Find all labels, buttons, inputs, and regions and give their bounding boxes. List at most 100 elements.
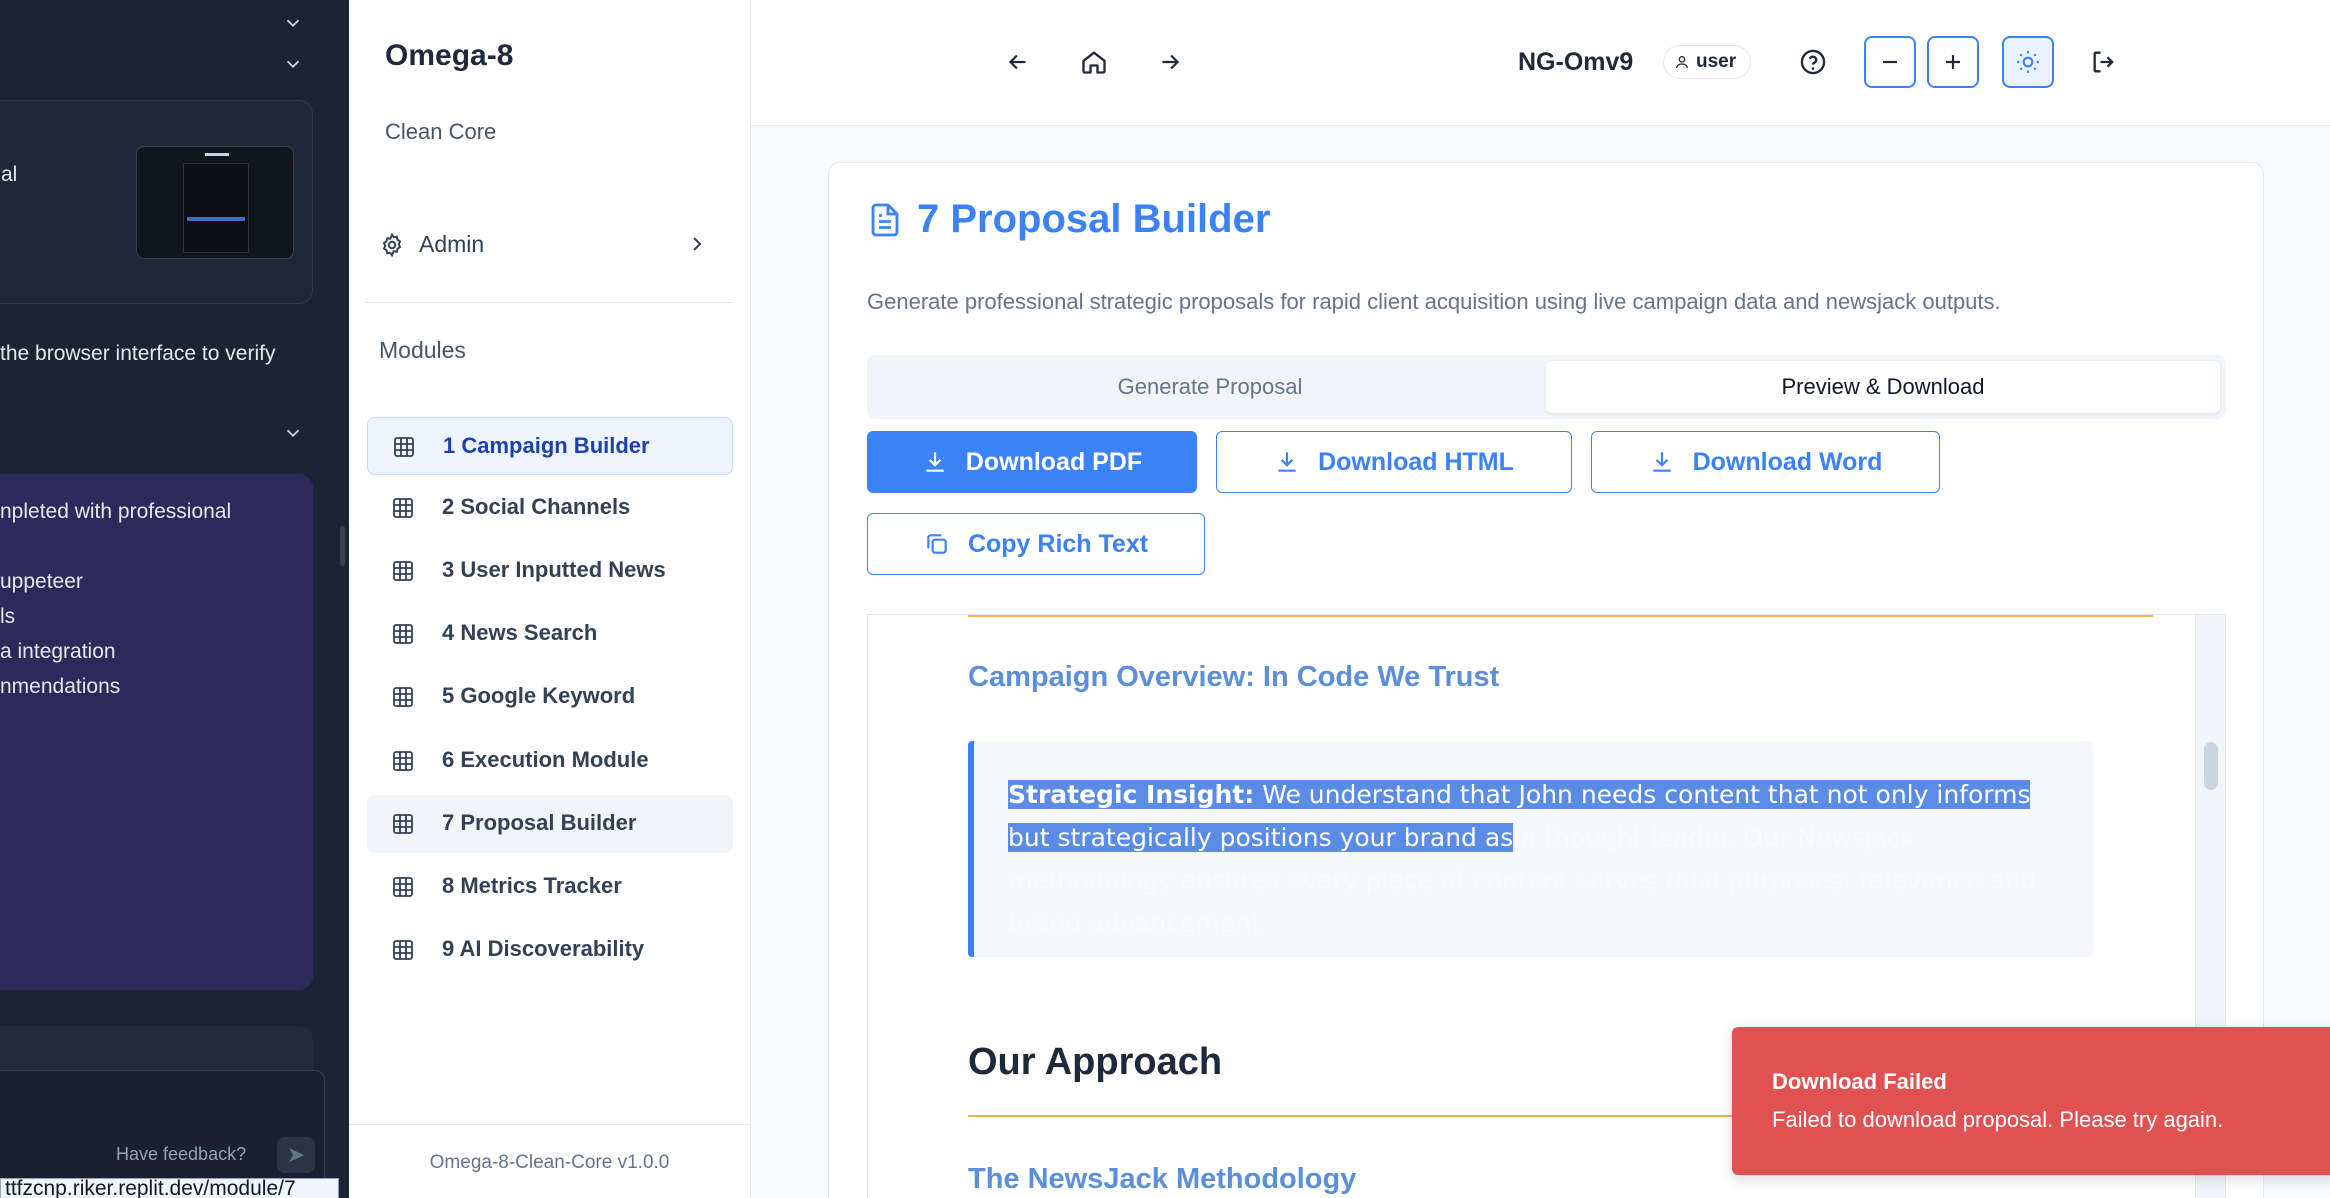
app-title: Omega-8 <box>385 39 514 72</box>
sidebar-item-proposal-builder[interactable]: 7 Proposal Builder <box>367 795 733 853</box>
screenshot-thumbnail[interactable] <box>136 146 294 259</box>
zoom-in-button[interactable] <box>1927 36 1979 88</box>
scrollbar-thumb[interactable] <box>2204 742 2218 790</box>
table-icon <box>393 624 413 644</box>
theme-toggle-button[interactable] <box>2002 36 2054 88</box>
divider <box>349 1124 750 1125</box>
summary-line: ls <box>0 605 16 628</box>
chat-card-text: al <box>1 163 18 186</box>
scrollbar[interactable] <box>340 526 345 566</box>
sidebar-item-campaign-builder[interactable]: 1 Campaign Builder <box>367 417 733 475</box>
summary-line: nmendations <box>0 675 121 698</box>
summary-line: npleted with professional <box>0 500 232 523</box>
tab-preview-download[interactable]: Preview & Download <box>1546 361 2220 413</box>
user-icon <box>1676 56 1688 69</box>
admin-label: Admin <box>419 231 485 257</box>
chat-summary-card: npleted with professional uppeteer ls a … <box>0 474 313 990</box>
download-icon <box>1652 452 1671 472</box>
chat-message-text: the browser interface to verify <box>0 342 276 365</box>
project-name: NG-Omv9 <box>1518 48 1634 76</box>
logout-icon <box>2093 51 2114 73</box>
sidebar-item-news-search[interactable]: 4 News Search <box>367 605 733 663</box>
our-approach-heading: Our Approach <box>968 1041 1223 1083</box>
module-label: 8 Metrics Tracker <box>442 873 622 898</box>
module-label: 1 Campaign Builder <box>443 433 650 458</box>
module-label: 4 News Search <box>442 620 598 645</box>
gear-icon <box>382 232 402 258</box>
tab-list: Generate Proposal Preview & Download <box>867 355 2226 419</box>
back-button[interactable] <box>1000 44 1036 80</box>
sidebar: Omega-8 Clean Core Admin Modules 1 Campa… <box>349 0 751 1198</box>
download-icon <box>926 452 944 472</box>
page-title-row: 7 Proposal Builder <box>867 197 1270 242</box>
home-icon <box>1082 51 1106 74</box>
chevron-down-icon[interactable] <box>282 422 304 444</box>
background-chat-panel: al the browser interface to verify nplet… <box>0 0 349 1198</box>
table-icon <box>393 498 413 518</box>
toast-title: Download Failed <box>1772 1069 1947 1094</box>
download-icon <box>1278 452 1296 472</box>
table-icon <box>393 751 413 771</box>
help-icon <box>1800 49 1826 75</box>
copy-rich-text-label: Copy Rich Text <box>967 529 1149 558</box>
download-html-button[interactable]: Download HTML <box>1216 431 1572 493</box>
user-badge[interactable]: user <box>1663 45 1752 79</box>
table-icon <box>394 437 414 457</box>
plus-icon <box>1946 55 1960 69</box>
table-icon <box>393 814 413 834</box>
user-badge-label: user <box>1696 51 1737 72</box>
chevron-right-icon <box>693 237 702 251</box>
tab-generate-proposal[interactable]: Generate Proposal <box>873 361 1547 413</box>
sidebar-item-google-keyword[interactable]: 5 Google Keyword <box>367 668 733 726</box>
arrow-left-icon <box>1008 54 1026 70</box>
module-label: 6 Execution Module <box>442 747 649 772</box>
sidebar-item-admin[interactable]: Admin <box>371 218 719 272</box>
feedback-label[interactable]: Have feedback? <box>116 1144 246 1165</box>
module-label: 2 Social Channels <box>442 494 631 519</box>
chat-card: al <box>0 100 313 304</box>
error-toast[interactable]: Download Failed Failed to download propo… <box>1732 1027 2330 1175</box>
insight-label: Strategic Insight: <box>1008 780 1255 809</box>
help-button[interactable] <box>1795 44 1831 80</box>
copy-rich-text-button[interactable]: Copy Rich Text <box>867 513 1205 575</box>
home-button[interactable] <box>1076 44 1112 80</box>
table-icon <box>393 877 413 897</box>
divider <box>968 1115 1758 1117</box>
newsjack-methodology-heading: The NewsJack Methodology <box>968 1163 1357 1195</box>
minus-icon <box>1883 60 1897 64</box>
download-word-label: Download Word <box>1692 447 1883 476</box>
module-label: 7 Proposal Builder <box>442 810 637 835</box>
download-pdf-button[interactable]: Download PDF <box>867 431 1197 493</box>
status-url: ttfzcnp.riker.replit.dev/module/7 <box>0 1178 339 1198</box>
divider <box>968 615 2153 617</box>
download-word-button[interactable]: Download Word <box>1591 431 1940 493</box>
module-label: 9 AI Discoverability <box>442 936 645 961</box>
module-label: 3 User Inputted News <box>442 557 666 582</box>
zoom-out-button[interactable] <box>1864 36 1916 88</box>
logout-button[interactable] <box>2086 44 2122 80</box>
page-description: Generate professional strategic proposal… <box>867 289 2001 314</box>
version-label: Omega-8-Clean-Core v1.0.0 <box>429 1152 670 1173</box>
sidebar-item-ai-discoverability[interactable]: 9 AI Discoverability <box>367 921 733 979</box>
sidebar-item-social-channels[interactable]: 2 Social Channels <box>367 479 733 537</box>
sun-icon <box>2017 51 2039 73</box>
campaign-overview-heading: Campaign Overview: In Code We Trust <box>968 661 1500 693</box>
app-subtitle: Clean Core <box>385 119 497 144</box>
sidebar-item-user-inputted-news[interactable]: 3 User Inputted News <box>367 542 733 600</box>
chevron-down-icon[interactable] <box>282 53 304 75</box>
strategic-insight-callout: Strategic Insight: We understand that Jo… <box>968 741 2093 957</box>
toast-message: Failed to download proposal. Please try … <box>1772 1107 2224 1132</box>
sidebar-item-execution-module[interactable]: 6 Execution Module <box>367 732 733 790</box>
top-header: NG-Omv9 user <box>751 0 2330 126</box>
divider <box>365 302 733 303</box>
send-icon[interactable]: ➤ <box>277 1137 315 1173</box>
summary-line: uppeteer <box>0 570 83 593</box>
table-icon <box>393 940 413 960</box>
page-title: 7 Proposal Builder <box>917 197 1271 241</box>
forward-button[interactable] <box>1152 44 1188 80</box>
sidebar-item-metrics-tracker[interactable]: 8 Metrics Tracker <box>367 858 733 916</box>
arrow-right-icon <box>1162 54 1180 70</box>
document-icon <box>871 203 899 236</box>
chevron-down-icon[interactable] <box>282 12 304 34</box>
table-icon <box>393 561 413 581</box>
